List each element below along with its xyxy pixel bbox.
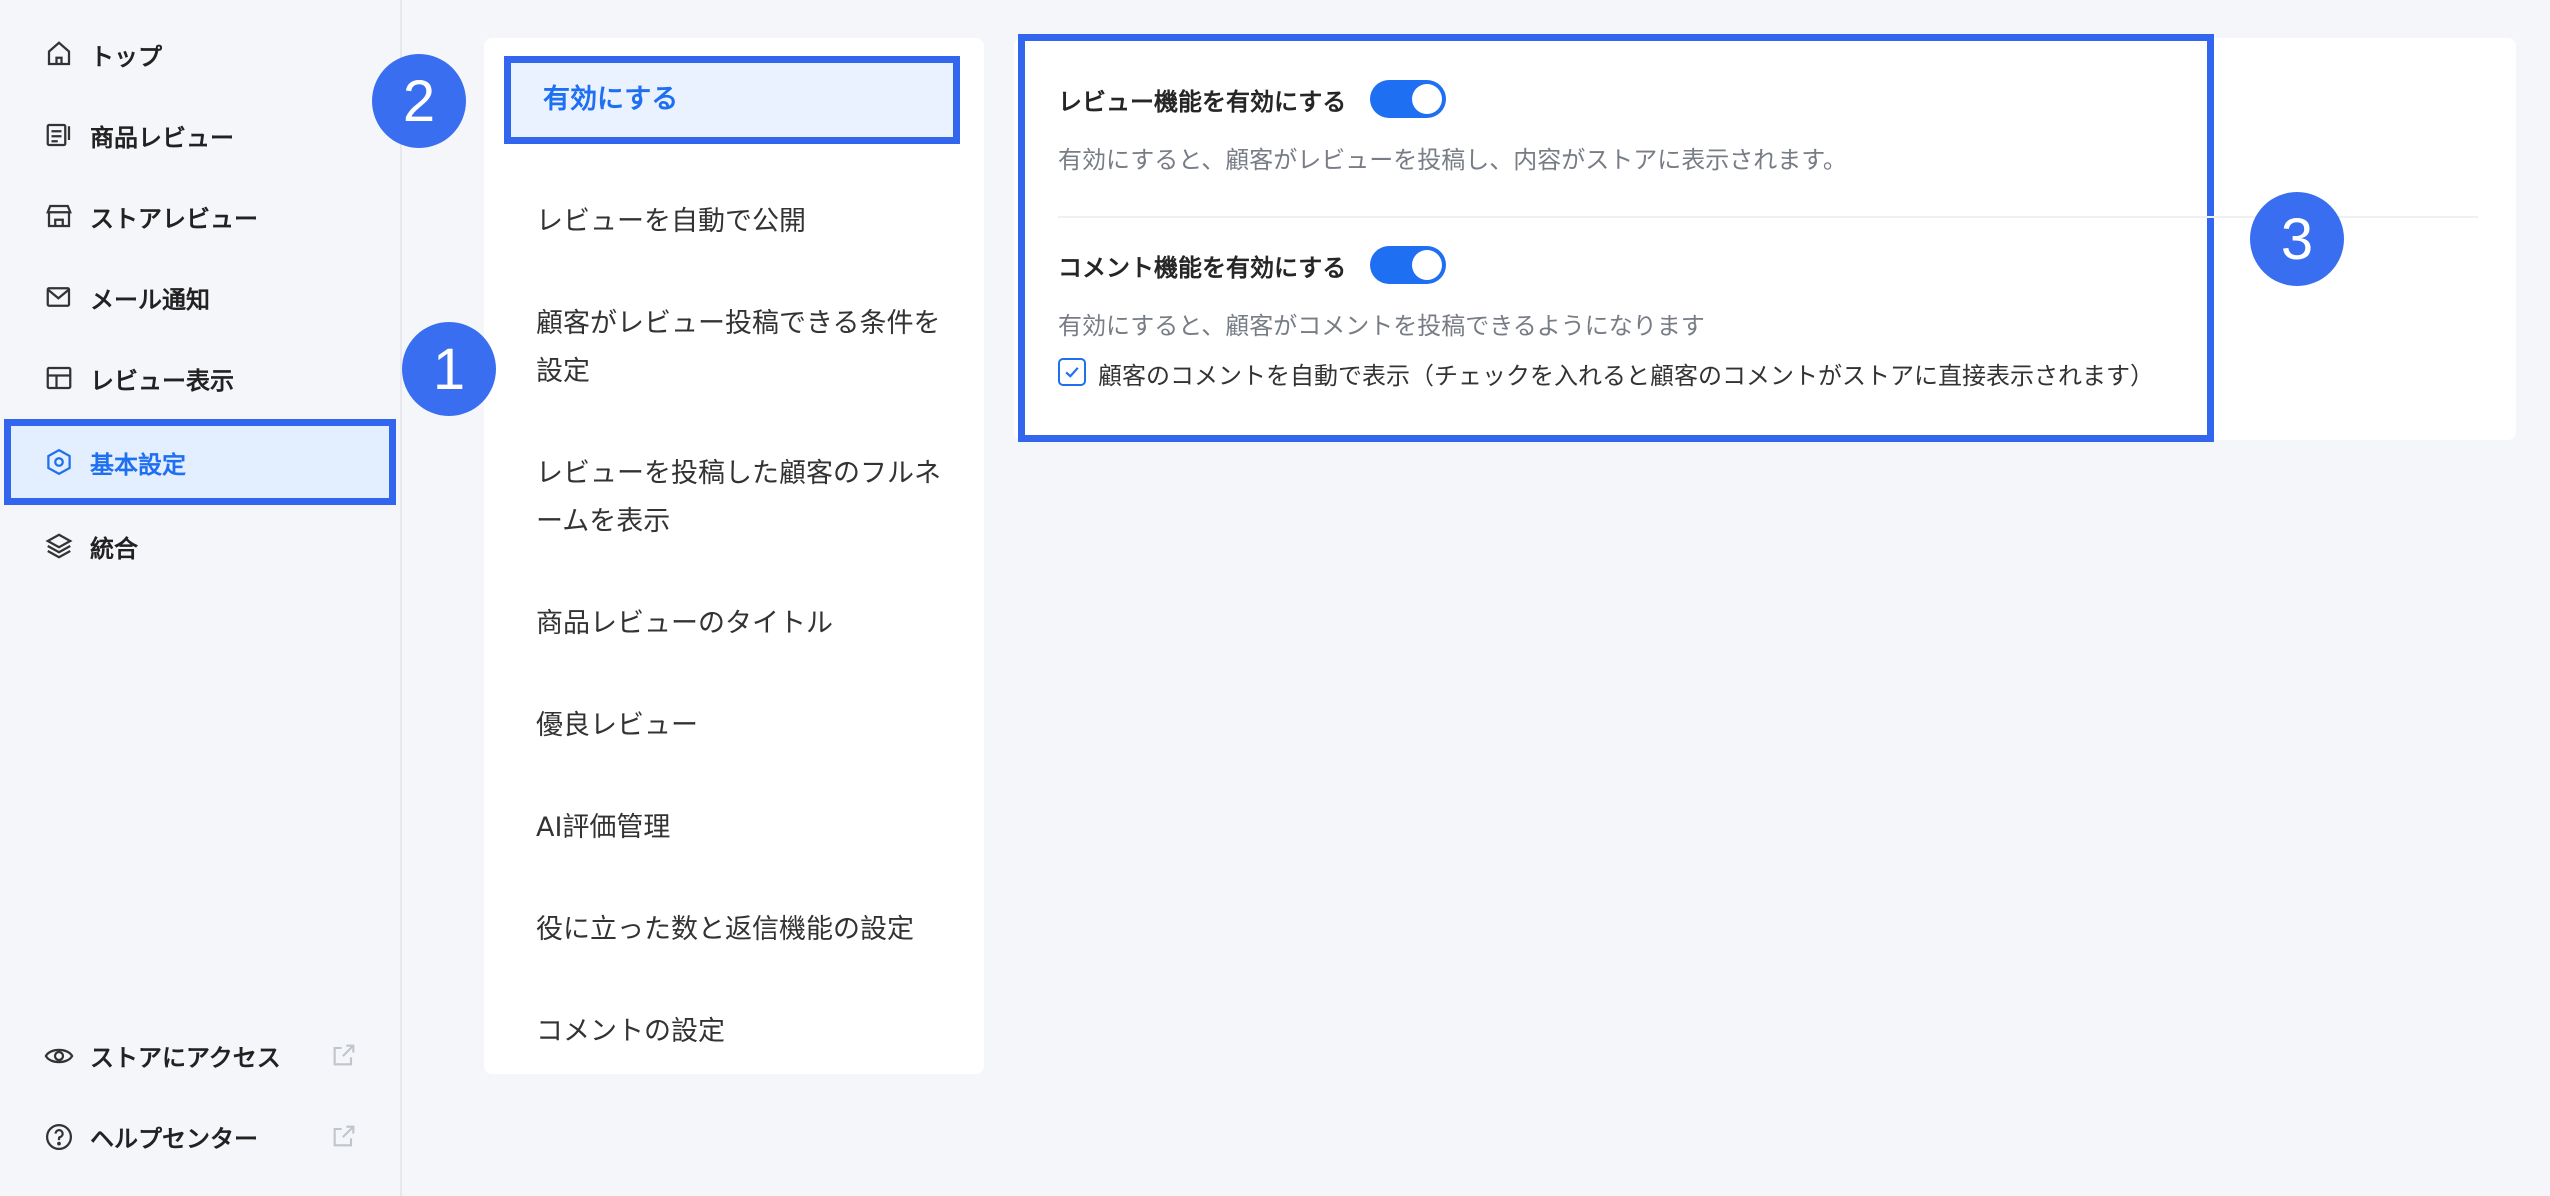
sidebar-item-product-review[interactable]: 商品レビュー	[0, 95, 400, 175]
sidebar-item-label: 統合	[90, 534, 138, 563]
menu-item-enable[interactable]: 有効にする	[504, 56, 960, 144]
settings-menu: 有効にする レビューを自動で公開 顧客がレビュー投稿できる条件を設定 レビューを…	[484, 38, 984, 1074]
toggle-knob	[1412, 250, 1442, 280]
sidebar-item-integration[interactable]: 統合	[0, 506, 400, 586]
sidebar-item-label: 商品レビュー	[90, 123, 234, 152]
comment-enable-toggle[interactable]	[1370, 246, 1446, 284]
review-enable-toggle[interactable]	[1370, 80, 1446, 118]
check-icon	[1065, 367, 1079, 378]
external-link-icon	[333, 1125, 355, 1147]
sidebar-item-top[interactable]: トップ	[0, 14, 400, 94]
settings-icon	[42, 445, 76, 479]
toggle-knob	[1412, 84, 1442, 114]
sidebar: トップ 商品レビュー ストアレビュー メール通知 レビュー表示 基本設定 統合 …	[0, 0, 402, 1196]
sidebar-item-label: ストアレビュー	[90, 204, 258, 233]
sidebar-item-basic-settings[interactable]: 基本設定	[4, 419, 396, 505]
sidebar-item-label: 基本設定	[90, 450, 186, 479]
annotation-badge-2: 2	[372, 54, 466, 148]
help-icon	[42, 1120, 76, 1154]
sidebar-bottom: ストアにアクセス ヘルプセンター	[0, 1015, 400, 1177]
home-icon	[42, 37, 76, 71]
comment-enable-desc: 有効にすると、顧客がコメントを投稿できるようになります	[1058, 312, 1705, 340]
sidebar-item-review-display[interactable]: レビュー表示	[0, 338, 400, 418]
auto-show-comment-checkbox[interactable]	[1058, 358, 1086, 386]
sidebar-item-mail[interactable]: メール通知	[0, 257, 400, 337]
eye-icon	[42, 1039, 76, 1073]
menu-item-comment-settings[interactable]: コメントの設定	[536, 1008, 956, 1056]
menu-item-featured-review[interactable]: 優良レビュー	[536, 702, 956, 750]
menu-item-helpful-reply[interactable]: 役に立った数と返信機能の設定	[536, 906, 956, 954]
review-enable-desc: 有効にすると、顧客がレビューを投稿し、内容がストアに表示されます。	[1058, 146, 1847, 174]
layers-icon	[42, 529, 76, 563]
menu-item-post-conditions[interactable]: 顧客がレビュー投稿できる条件を設定	[536, 300, 956, 396]
review-enable-title: レビュー機能を有効にする	[1058, 88, 1347, 116]
sidebar-item-label: レビュー表示	[90, 366, 234, 395]
annotation-badge-1: 1	[402, 322, 496, 416]
menu-item-auto-publish[interactable]: レビューを自動で公開	[536, 198, 956, 246]
store-icon	[42, 199, 76, 233]
store-access-link[interactable]: ストアにアクセス	[0, 1015, 400, 1096]
sidebar-item-label: トップ	[90, 42, 162, 71]
sidebar-nav: トップ 商品レビュー ストアレビュー メール通知 レビュー表示 基本設定 統合	[0, 14, 400, 587]
sidebar-item-store-review[interactable]: ストアレビュー	[0, 176, 400, 256]
menu-item-ai-rating[interactable]: AI評価管理	[536, 804, 956, 852]
layout-icon	[42, 361, 76, 395]
comment-enable-title: コメント機能を有効にする	[1058, 254, 1347, 282]
menu-item-full-name[interactable]: レビューを投稿した顧客のフルネームを表示	[536, 450, 956, 546]
menu-item-review-title[interactable]: 商品レビューのタイトル	[536, 600, 956, 648]
sidebar-item-label: メール通知	[90, 285, 210, 314]
product-review-icon	[42, 118, 76, 152]
annotation-badge-3: 3	[2250, 192, 2344, 286]
external-link-icon	[333, 1044, 355, 1066]
mail-icon	[42, 280, 76, 314]
help-center-label: ヘルプセンター	[90, 1125, 258, 1153]
auto-show-comment-label: 顧客のコメントを自動で表示（チェックを入れると顧客のコメントがストアに直接表示さ…	[1098, 362, 2154, 390]
store-access-label: ストアにアクセス	[90, 1044, 281, 1072]
help-center-link[interactable]: ヘルプセンター	[0, 1096, 400, 1177]
